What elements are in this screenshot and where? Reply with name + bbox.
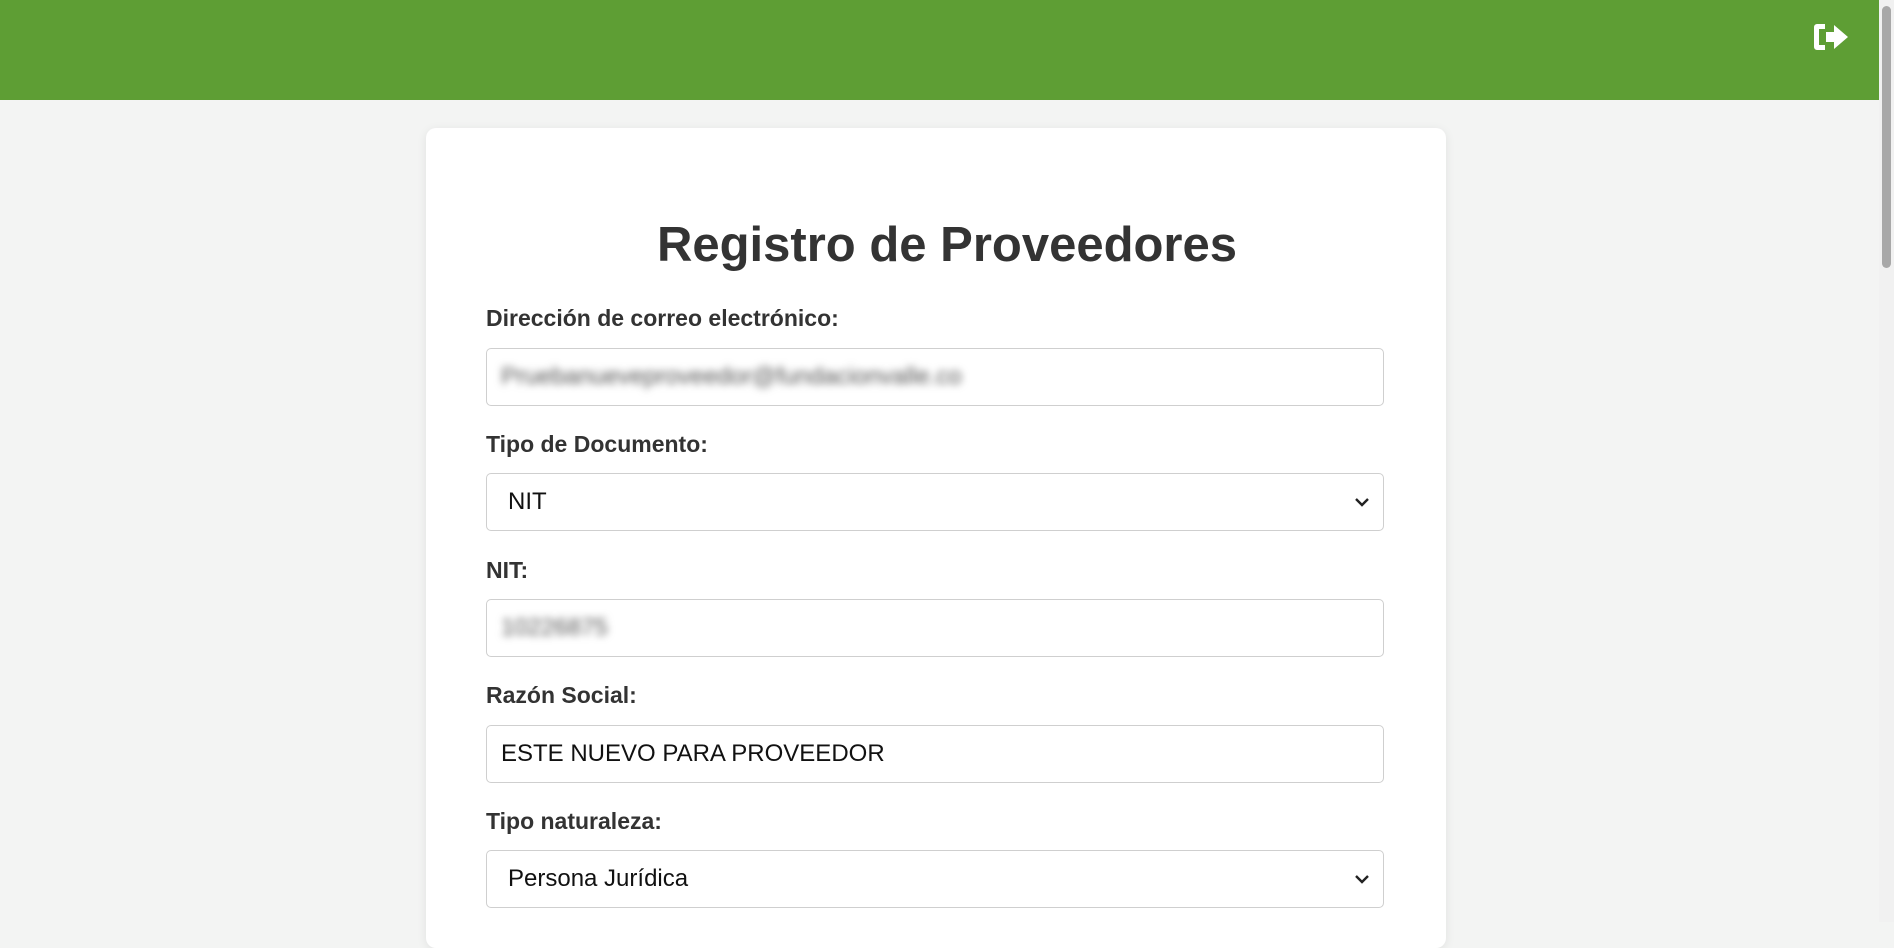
nit-label: NIT: — [486, 557, 529, 583]
nature-type-value: Persona Jurídica — [508, 865, 689, 892]
top-header-bar — [0, 0, 1879, 100]
document-type-label: Tipo de Documento: — [486, 431, 708, 457]
nature-type-select[interactable]: Persona Jurídica — [486, 850, 1384, 908]
scrollbar-thumb[interactable] — [1882, 6, 1891, 268]
email-field[interactable]: Pruebanueveproveedor@fundacionvalle.co — [486, 348, 1384, 406]
email-value: Pruebanueveproveedor@fundacionvalle.co — [501, 363, 962, 390]
nature-type-label: Tipo naturaleza: — [486, 808, 662, 834]
document-type-value: NIT — [508, 488, 547, 515]
document-type-select[interactable]: NIT — [486, 473, 1384, 531]
nit-field[interactable]: 10226875 — [486, 599, 1384, 657]
chevron-down-icon — [1355, 875, 1369, 884]
razon-social-value: ESTE NUEVO PARA PROVEEDOR — [501, 740, 885, 767]
sign-out-icon — [1814, 24, 1848, 50]
razon-social-field[interactable]: ESTE NUEVO PARA PROVEEDOR — [486, 725, 1384, 783]
vertical-scrollbar[interactable] — [1879, 0, 1894, 922]
razon-social-label: Razón Social: — [486, 682, 637, 708]
email-label: Dirección de correo electrónico: — [486, 305, 839, 331]
nit-value: 10226875 — [501, 614, 608, 641]
chevron-down-icon — [1355, 498, 1369, 507]
page-title: Registro de Proveedores — [656, 218, 1238, 272]
logout-button[interactable] — [1811, 20, 1851, 54]
